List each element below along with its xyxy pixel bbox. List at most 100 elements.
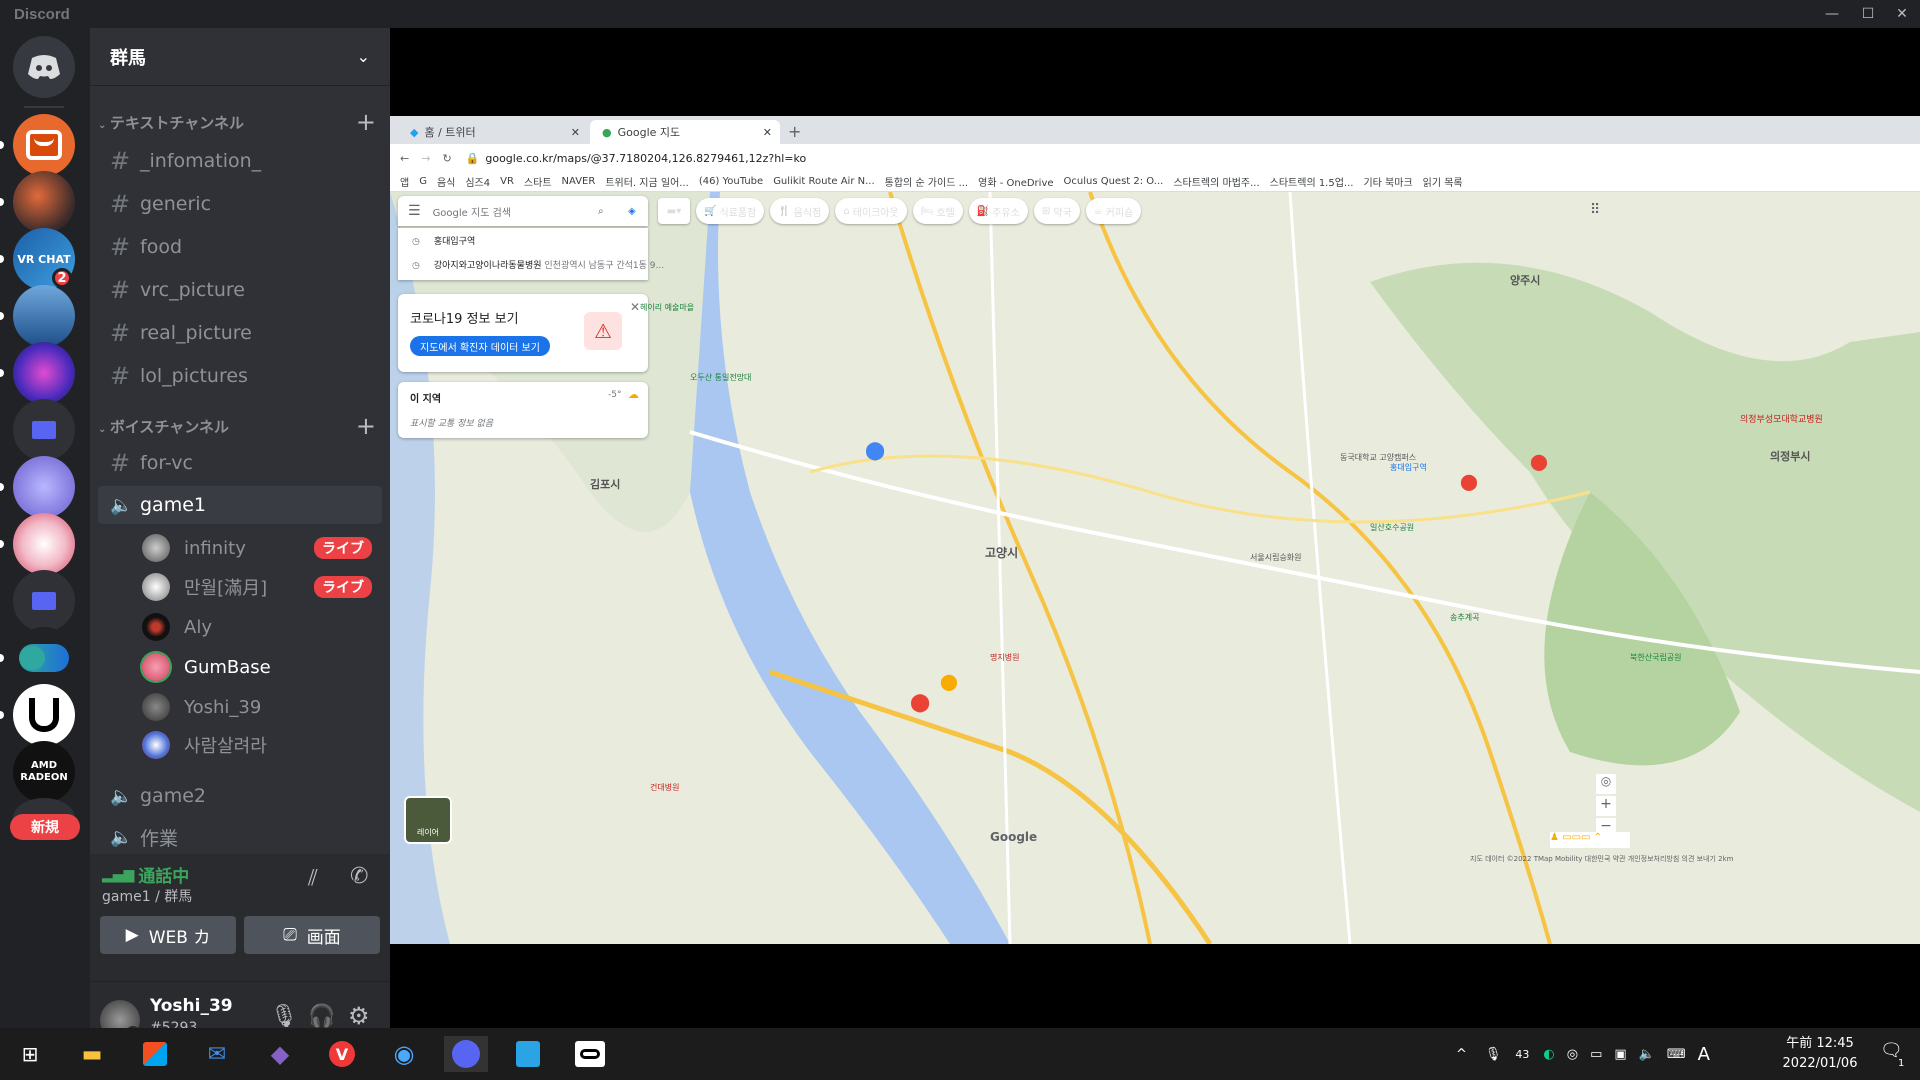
layers-button[interactable]: 레이어 — [404, 796, 452, 844]
add-channel-icon[interactable]: + — [356, 108, 376, 136]
recent-search-item[interactable]: ◷ 홍대입구역 — [412, 234, 475, 247]
new-tab-icon[interactable]: + — [788, 122, 801, 141]
bookmark[interactable]: Oculus Quest 2: O... — [1064, 176, 1164, 187]
map-pin-icon[interactable]: ⬤ — [940, 672, 958, 691]
bookmark[interactable]: 통합의 순 가이드 ... — [885, 174, 968, 189]
search-input[interactable]: Google 지도 검색 — [433, 204, 511, 219]
chevron-up-icon[interactable]: ^ — [1456, 1047, 1467, 1062]
covid-data-button[interactable]: 지도에서 확진자 데이터 보기 — [410, 336, 550, 356]
disconnect-icon[interactable]: ✆ — [350, 864, 368, 889]
bookmark[interactable]: 읽기 목록 — [1423, 174, 1463, 189]
chip-gas[interactable]: ⛽ 주유소 — [968, 198, 1028, 224]
battery-icon[interactable]: ▭ — [1590, 1047, 1602, 1062]
maps-search-box[interactable]: ☰ Google 지도 검색 ⌕ ◈ — [398, 196, 648, 226]
oculus-taskbar-icon[interactable] — [568, 1036, 612, 1072]
voice-channel-work[interactable]: 🔈 作業 — [98, 818, 382, 856]
chip-coffee[interactable]: ☕ 커피숍 — [1085, 198, 1142, 224]
screen-share-button[interactable]: ⎚ 画面 — [244, 916, 380, 954]
channel-vrc-picture[interactable]: # vrc_picture — [98, 271, 382, 309]
add-channel-icon[interactable]: + — [356, 412, 376, 440]
map-pin-icon[interactable]: ⬤ — [1530, 452, 1548, 471]
discord-taskbar-icon[interactable] — [444, 1036, 488, 1072]
keyboard-icon[interactable]: ⌨ — [1667, 1047, 1686, 1062]
gear-icon[interactable]: ⚙ — [348, 1002, 370, 1030]
chip-grocery[interactable]: 🛒 식료품점 — [696, 198, 765, 224]
start-button[interactable]: ⊞ — [8, 1036, 52, 1072]
chip-takeout[interactable]: ⌂ 테이크아웃 — [835, 198, 907, 224]
server-radeon[interactable]: AMD RADEON — [13, 741, 75, 803]
chip-restaurant[interactable]: 🍴 음식점 — [770, 198, 830, 224]
server-blue-image[interactable] — [13, 285, 75, 347]
file-explorer-icon[interactable]: ▬ — [70, 1036, 114, 1072]
category-toggle[interactable]: ▬▾ — [658, 198, 690, 224]
voice-user-yoshi[interactable]: Yoshi_39 — [142, 689, 382, 725]
server-mail[interactable] — [13, 114, 75, 176]
url-field[interactable]: google.co.kr/maps/@37.7180204,126.827946… — [485, 152, 806, 165]
directions-icon[interactable]: ◈ — [628, 206, 636, 217]
mail-icon[interactable]: ✉ — [195, 1036, 239, 1072]
app-taskbar-icon[interactable] — [506, 1036, 550, 1072]
home-button[interactable] — [13, 36, 75, 98]
bookmark[interactable]: G — [419, 176, 427, 187]
voice-channel-game2[interactable]: 🔈 game2 — [98, 777, 382, 815]
close-icon[interactable]: ✕ — [630, 300, 640, 314]
volume-icon[interactable]: 🔈 — [1639, 1047, 1655, 1062]
back-icon[interactable]: ← — [400, 152, 409, 165]
search-icon[interactable]: ⌕ — [598, 206, 604, 217]
bookmark[interactable]: 트위터. 지금 일어... — [605, 174, 688, 189]
bookmark[interactable]: 기타 북마크 — [1363, 174, 1412, 189]
stream-view[interactable]: ◆ 홈 / 트위터 ✕ ● Google 지도 ✕ + ← → ↻ 🔒 google.c… — [390, 28, 1920, 1028]
minimize-button[interactable]: — — [1814, 0, 1850, 28]
voice-user-gumbase[interactable]: GumBase — [142, 649, 382, 685]
channel-lol-pictures[interactable]: # lol_pictures — [98, 357, 382, 395]
new-badge[interactable]: 新規 — [10, 814, 80, 840]
headphones-icon[interactable]: 🎧 — [308, 1004, 335, 1029]
forward-icon[interactable]: → — [421, 152, 430, 165]
tab-twitter[interactable]: ◆ 홈 / 트위터 ✕ — [398, 120, 588, 144]
camera-button[interactable]: ▶ WEB カ — [100, 916, 236, 954]
channel-generic[interactable]: # generic — [98, 185, 382, 223]
voice-channel-game1[interactable]: 🔈 game1 — [98, 486, 382, 524]
close-tab-icon[interactable]: ✕ — [763, 126, 772, 139]
google-map[interactable]: ☰ Google 지도 검색 ⌕ ◈ ◷ 홍대입구역 ◷ 강아지와고양이나라동물병원… — [390, 192, 1920, 944]
microphone-icon[interactable]: 🎙 — [270, 1004, 298, 1029]
bookmark[interactable]: 스타트렉의 1.5업... — [1270, 174, 1354, 189]
bookmark[interactable]: 앱 — [400, 174, 409, 189]
channel-food[interactable]: # food — [98, 228, 382, 266]
visual-studio-icon[interactable]: ◆ — [258, 1036, 302, 1072]
bookmark[interactable]: 심즈4 — [465, 174, 490, 189]
voice-user-manwol[interactable]: 만월[滿月] ライブ — [142, 569, 382, 605]
close-tab-icon[interactable]: ✕ — [571, 126, 580, 139]
network-icon[interactable]: ▣ — [1614, 1047, 1626, 1062]
bookmark[interactable]: 영화 - OneDrive — [978, 174, 1053, 189]
bookmark[interactable]: VR — [500, 176, 514, 187]
apps-grid-icon[interactable]: ⠿ — [1590, 202, 1610, 222]
server-avatar-orange[interactable] — [13, 171, 75, 233]
menu-icon[interactable]: ☰ — [408, 203, 421, 219]
server-anime-blue[interactable] — [13, 456, 75, 518]
steam-icon[interactable]: ◎ — [1567, 1047, 1578, 1062]
microsoft-store-icon[interactable] — [133, 1036, 177, 1072]
bookmark[interactable]: Gulikit Route Air N... — [773, 176, 874, 187]
close-button[interactable]: ✕ — [1884, 0, 1920, 28]
server-folder-2[interactable] — [13, 570, 75, 632]
chip-pharmacy[interactable]: ⊞ 약국 — [1033, 198, 1080, 224]
server-u-logo[interactable] — [13, 684, 75, 746]
chip-hotel[interactable]: 🛏 호텔 — [912, 198, 963, 224]
voice-user-infinity[interactable]: infinity ライブ — [142, 530, 382, 566]
microphone-tray-icon[interactable]: 🎙 — [1485, 1047, 1502, 1062]
bookmark[interactable]: 음식 — [437, 174, 455, 189]
maximize-button[interactable]: ☐ — [1850, 0, 1886, 28]
guild-header[interactable]: 群馬 ⌄ — [90, 28, 390, 86]
bookmark[interactable]: 스타트렉의 마법주... — [1173, 174, 1259, 189]
map-pin-icon[interactable]: ⬤ — [1460, 472, 1478, 491]
bookmark[interactable]: NAVER — [562, 176, 596, 187]
bookmark[interactable]: 스타트 — [524, 174, 552, 189]
map-pin-icon[interactable]: ⬤ — [910, 692, 930, 713]
thunderbird-icon[interactable]: ◉ — [382, 1036, 426, 1072]
voice-user-aly[interactable]: Aly — [142, 609, 382, 645]
my-location-icon[interactable]: ◎ — [1596, 774, 1616, 794]
server-anime-clown[interactable] — [13, 513, 75, 575]
channel-for-vc[interactable]: # for-vc — [98, 444, 382, 482]
server-folder-1[interactable] — [13, 399, 75, 461]
